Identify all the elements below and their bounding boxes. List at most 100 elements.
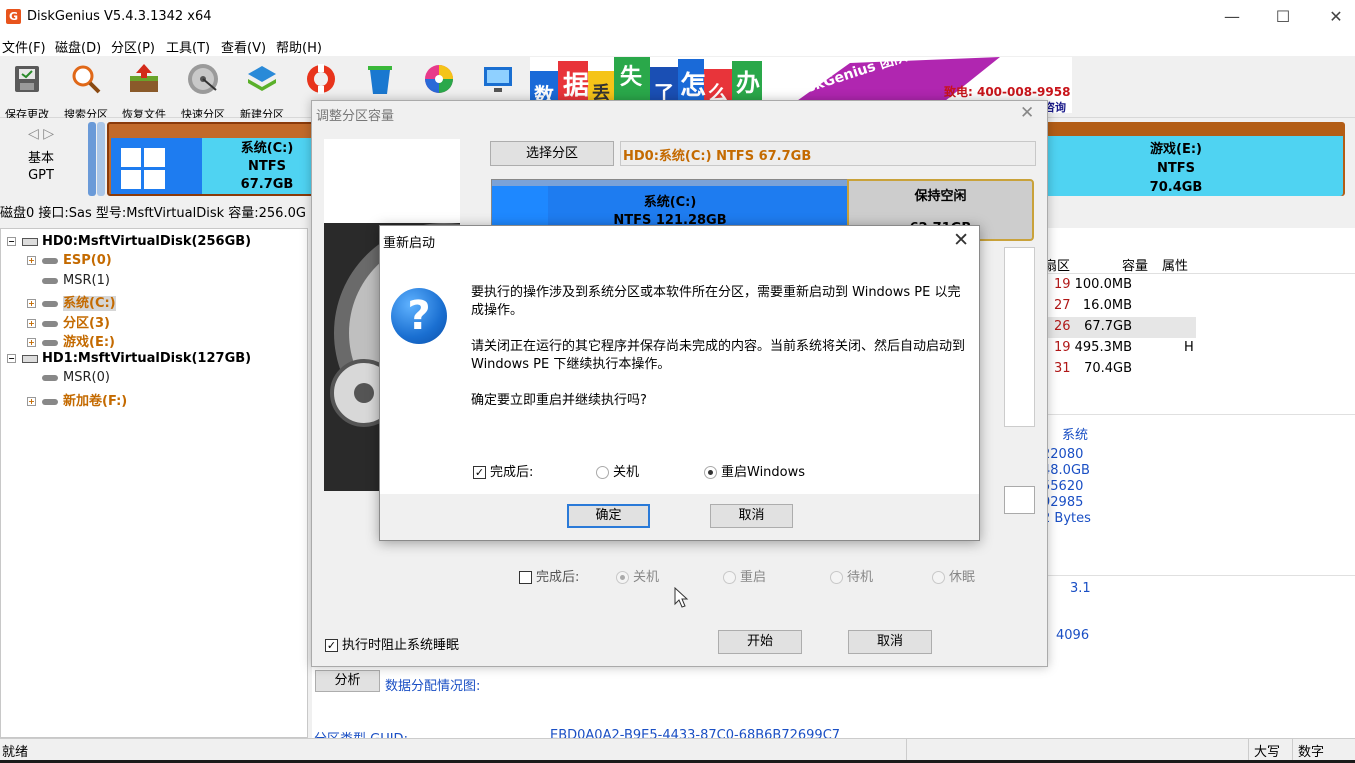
tree-node-hd0[interactable]: − HD0:MsftVirtualDisk(256GB) <box>7 234 251 249</box>
tree-node-f[interactable]: + 新加卷(F:) <box>27 390 127 409</box>
partition-bar-msr[interactable] <box>97 122 105 196</box>
detail-value: 22080 <box>1042 447 1084 462</box>
resize-input-field[interactable] <box>1004 486 1035 514</box>
menu-file[interactable]: 文件(F) <box>2 37 46 56</box>
collapse-icon[interactable]: − <box>7 237 16 246</box>
divider <box>1048 414 1355 415</box>
tree-node-part3[interactable]: + 分区(3) <box>27 312 110 331</box>
monitor-icon <box>484 67 512 92</box>
maximize-button[interactable]: ☐ <box>1263 6 1303 28</box>
tree-node-e[interactable]: + 游戏(E:) <box>27 331 115 350</box>
radio-circle <box>704 466 717 479</box>
search-partition-button[interactable]: 搜索分区 <box>57 62 115 121</box>
close-button[interactable]: ✕ <box>1316 6 1355 28</box>
menu-disk[interactable]: 磁盘(D) <box>55 37 101 56</box>
status-divider <box>906 739 907 761</box>
partition-bar-esp[interactable] <box>88 122 96 196</box>
resize-bar-name: 系统(C:) <box>643 195 697 210</box>
partition-e-fs: NTFS <box>1157 161 1195 176</box>
prevent-sleep-checkbox[interactable]: ✓ <box>325 639 338 652</box>
expand-icon[interactable]: + <box>27 338 36 347</box>
disk-type-gpt: GPT <box>28 168 54 183</box>
restart-cancel-button[interactable]: 取消 <box>710 504 793 528</box>
app-title: DiskGenius V5.4.3.1342 x64 <box>27 9 212 24</box>
restart-ok-button[interactable]: 确定 <box>567 504 650 528</box>
radio-standby[interactable]: 待机 <box>830 566 873 585</box>
table-row[interactable]: 19 495.3MB H <box>1048 338 1196 359</box>
trash-icon <box>368 66 392 94</box>
detail-value: 48.0GB <box>1042 463 1090 478</box>
disk-icon <box>188 64 218 94</box>
expand-icon[interactable]: + <box>27 319 36 328</box>
disk-nav-arrows[interactable]: ◁ ▷ <box>28 126 54 142</box>
table-row-selected[interactable]: 26 67.7GB <box>1048 317 1196 338</box>
recover-icon <box>130 64 158 92</box>
restart-close-button[interactable]: ✕ <box>953 229 969 251</box>
partition-bar-e[interactable]: 游戏(E:) NTFS 70.4GB <box>1030 122 1345 196</box>
tree-node-hd1[interactable]: − HD1:MsftVirtualDisk(127GB) <box>7 351 251 366</box>
col-attributes[interactable]: 属性 <box>1162 255 1188 274</box>
menu-help[interactable]: 帮助(H) <box>276 37 322 56</box>
row-capacity: 100.0MB <box>1074 277 1132 292</box>
after-completion-checkbox[interactable] <box>519 571 532 584</box>
save-changes-button[interactable]: 保存更改 <box>0 62 56 121</box>
start-button[interactable]: 开始 <box>718 630 802 654</box>
new-partition-button[interactable]: 新建分区 <box>233 62 291 121</box>
row-sector: 27 <box>1054 298 1071 313</box>
table-row[interactable]: 19 100.0MB <box>1048 275 1196 296</box>
tree-node-esp[interactable]: + ESP(0) <box>27 253 112 268</box>
radio-hibernate-label: 休眠 <box>949 570 976 585</box>
partition-e-text: 游戏(E:) NTFS 70.4GB <box>1130 140 1222 197</box>
tree-f-label: 新加卷(F:) <box>63 394 128 409</box>
system-label: 系统 <box>1062 428 1089 443</box>
table-row[interactable]: 27 16.0MB <box>1048 296 1196 317</box>
detail-version: 3.1 <box>1070 581 1091 596</box>
partition-bar-c[interactable]: 系统(C:) NTFS 67.7GB <box>107 122 317 196</box>
save-icon <box>15 66 39 92</box>
ad-char: 办 <box>736 69 760 97</box>
tree-node-c[interactable]: + 系统(C:) <box>27 292 116 311</box>
restart-radio-shutdown[interactable]: 关机 <box>596 461 639 480</box>
restart-radio-restart-windows[interactable]: 重启Windows <box>704 461 805 480</box>
selected-partition-field: HD0:系统(C:) NTFS 67.7GB <box>620 141 1036 166</box>
menu-tools[interactable]: 工具(T) <box>166 37 210 56</box>
radio-circle <box>932 571 945 584</box>
quick-partition-button[interactable]: 快速分区 <box>174 62 232 121</box>
radio-hibernate[interactable]: 休眠 <box>932 566 975 585</box>
expand-icon[interactable]: + <box>27 299 36 308</box>
minimize-button[interactable]: — <box>1212 6 1252 28</box>
radio-restart[interactable]: 重启 <box>723 566 766 585</box>
detail-value: 2 Bytes <box>1042 511 1091 526</box>
select-partition-button[interactable]: 选择分区 <box>490 141 614 166</box>
tree-node-msr1[interactable]: MSR(1) <box>42 273 110 288</box>
restart-message-2: 请关闭正在运行的其它程序并保存尚未完成的内容。当前系统将关闭、然后自动启动到 W… <box>471 339 966 372</box>
expand-icon[interactable]: + <box>27 256 36 265</box>
resize-cancel-button[interactable]: 取消 <box>848 630 932 654</box>
radio-shutdown[interactable]: 关机 <box>616 566 659 585</box>
radio-circle <box>616 571 629 584</box>
table-row[interactable]: 31 70.4GB <box>1048 359 1196 380</box>
menu-partition[interactable]: 分区(P) <box>111 37 155 56</box>
caps-lock-indicator: 大写 <box>1254 745 1281 760</box>
analyze-button[interactable]: 分析 <box>315 670 380 692</box>
ad-char: 据 <box>563 71 590 101</box>
collapse-icon[interactable]: − <box>7 354 16 363</box>
menu-view[interactable]: 查看(V) <box>221 37 266 56</box>
row-capacity: 16.0MB <box>1082 298 1132 313</box>
disk-type-basic: 基本 <box>28 151 55 166</box>
after-completion-row: 完成后: <box>519 566 579 585</box>
question-icon: ? <box>391 288 447 344</box>
status-bar: 就绪 大写 数字 <box>0 738 1355 761</box>
radio-circle <box>723 571 736 584</box>
tree-node-msr0[interactable]: MSR(0) <box>42 370 110 385</box>
row-sector: 19 <box>1054 277 1071 292</box>
partition-icon <box>42 374 58 381</box>
col-capacity[interactable]: 容量 <box>1122 255 1148 274</box>
windows-icon <box>121 148 165 189</box>
recover-files-button[interactable]: 恢复文件 <box>115 62 173 121</box>
restart-after-checkbox[interactable]: ✓ <box>473 466 486 479</box>
expand-icon[interactable]: + <box>27 397 36 406</box>
tree-msr1-label: MSR(1) <box>63 273 110 288</box>
resize-close-icon[interactable]: ✕ <box>1020 103 1034 123</box>
tree-esp-label: ESP(0) <box>63 253 112 268</box>
